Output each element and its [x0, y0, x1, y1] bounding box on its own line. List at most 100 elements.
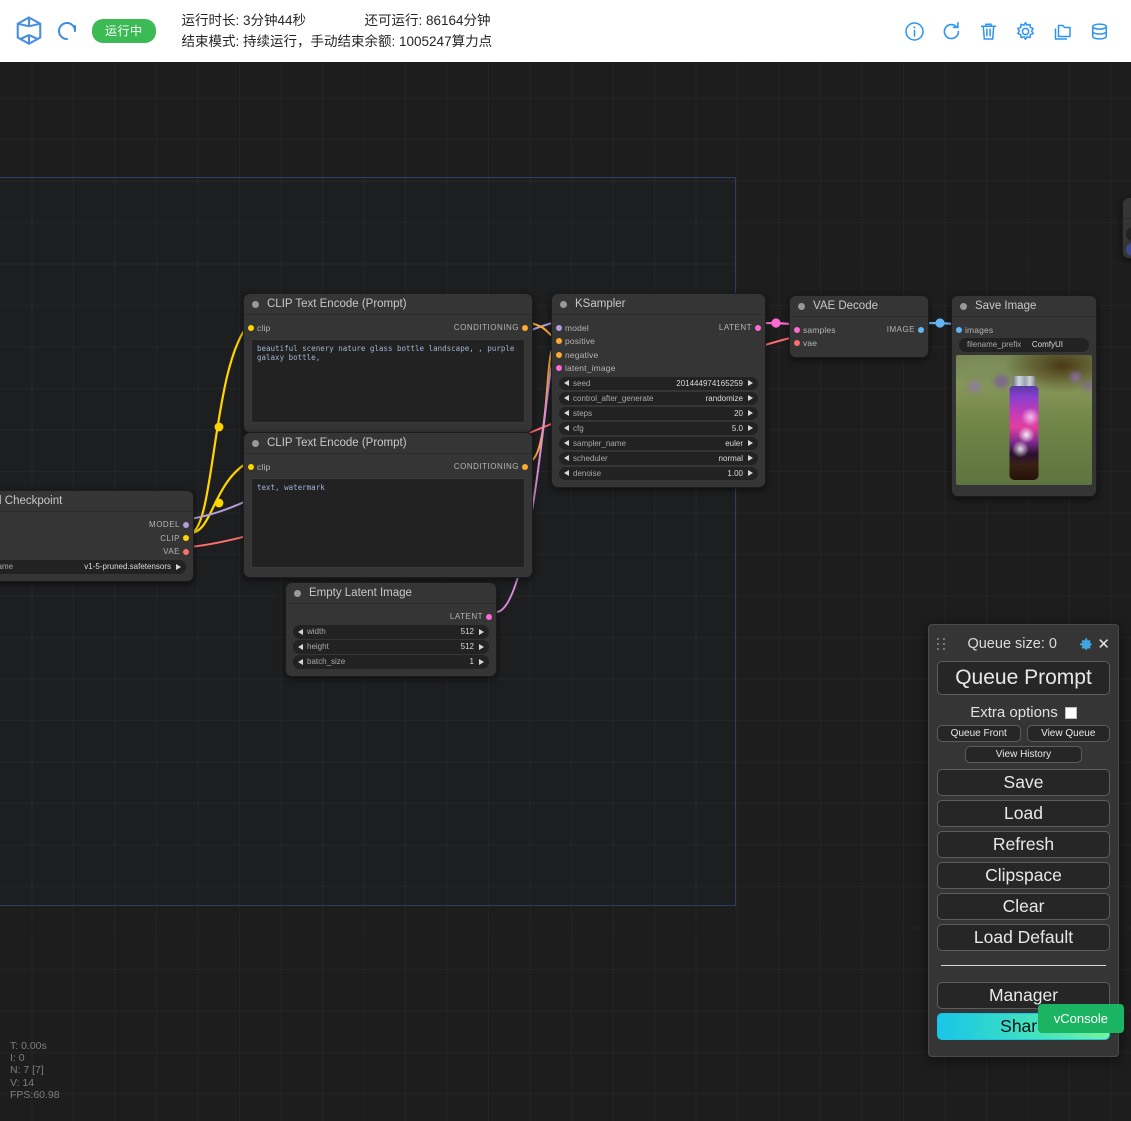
node-load-checkpoint[interactable]: Load Checkpoint MODEL CLIP VAE ckpt_name… — [0, 490, 194, 582]
increment-arrow-icon[interactable] — [479, 643, 484, 650]
increment-arrow-icon[interactable] — [748, 425, 753, 432]
decrement-arrow-icon[interactable] — [298, 643, 303, 650]
output-slot-clip[interactable]: CLIP — [0, 532, 193, 546]
positive-prompt-textarea[interactable]: beautiful scenery nature glass bottle la… — [251, 338, 525, 423]
decrement-arrow-icon[interactable] — [564, 425, 569, 432]
port-model[interactable] — [183, 521, 189, 528]
view-history-button[interactable]: View History — [965, 746, 1082, 763]
widget-steps[interactable]: steps 20 — [559, 406, 758, 420]
collapse-dot-icon[interactable] — [252, 439, 259, 447]
decrement-arrow-icon[interactable] — [564, 470, 569, 477]
increment-arrow-icon[interactable] — [748, 395, 753, 402]
output-slot-model[interactable]: MODEL — [0, 518, 193, 532]
port-conditioning-output[interactable] — [522, 463, 528, 470]
node-title-bar[interactable] — [1123, 198, 1131, 219]
clear-button[interactable]: Clear — [937, 893, 1110, 920]
port-latent-image-input[interactable] — [556, 365, 562, 372]
close-icon[interactable]: ✕ — [1097, 637, 1110, 652]
node-title-bar[interactable]: Empty Latent Image — [286, 583, 496, 604]
load-button[interactable]: Load — [937, 800, 1110, 827]
node-clip-text-encode-negative[interactable]: CLIP Text Encode (Prompt) clip CONDITION… — [243, 432, 533, 578]
port-latent-output[interactable] — [486, 613, 492, 620]
view-queue-button[interactable]: View Queue — [1026, 725, 1110, 742]
widget-height[interactable]: height 512 — [293, 640, 489, 654]
increment-arrow-icon[interactable] — [748, 380, 753, 387]
clipspace-button[interactable]: Clipspace — [937, 862, 1110, 889]
save-button[interactable]: Save — [937, 769, 1110, 796]
decrement-arrow-icon[interactable] — [564, 410, 569, 417]
node-offscreen-right[interactable] — [1122, 197, 1131, 259]
widget-cfg[interactable]: cfg 5.0 — [559, 421, 758, 435]
queue-prompt-button[interactable]: Queue Prompt — [937, 661, 1110, 695]
port-positive-input[interactable] — [556, 338, 562, 345]
port-vae-input[interactable] — [794, 340, 800, 347]
extra-options-checkbox[interactable] — [1064, 706, 1077, 719]
node-clip-text-encode-positive[interactable]: CLIP Text Encode (Prompt) clip CONDITION… — [243, 293, 533, 433]
port-model-input[interactable] — [556, 324, 562, 331]
output-slot-vae[interactable]: VAE — [0, 545, 193, 559]
port-conditioning-output[interactable] — [522, 324, 528, 331]
widget-denoise[interactable]: denoise 1.00 — [559, 466, 758, 480]
node-title-bar[interactable]: KSampler — [552, 294, 765, 315]
port-images-input[interactable] — [956, 326, 962, 333]
port-vae[interactable] — [183, 548, 189, 555]
node-title-bar[interactable]: VAE Decode — [790, 296, 928, 317]
node-vae-decode[interactable]: VAE Decode samples IMAGE vae — [789, 295, 929, 358]
node-ksampler[interactable]: KSampler model LATENT positive negative … — [551, 293, 766, 488]
widget-sampler-name[interactable]: sampler_name euler — [559, 436, 758, 450]
increment-arrow-icon[interactable] — [748, 470, 753, 477]
node-save-image[interactable]: Save Image images filename_prefix ComfyU… — [951, 295, 1097, 497]
decrement-arrow-icon[interactable] — [564, 440, 569, 447]
port-image-output[interactable] — [918, 326, 924, 333]
widget-width[interactable]: width 512 — [293, 625, 489, 639]
info-icon[interactable] — [903, 20, 926, 43]
cube-logo-icon[interactable] — [14, 15, 44, 47]
widget-filename-prefix[interactable]: filename_prefix ComfyUI — [959, 338, 1089, 352]
gear-icon[interactable] — [1078, 637, 1093, 652]
node-title-bar[interactable]: CLIP Text Encode (Prompt) — [244, 294, 532, 315]
increment-arrow-icon[interactable] — [479, 628, 484, 635]
increment-arrow-icon[interactable] — [748, 440, 753, 447]
queue-front-button[interactable]: Queue Front — [937, 725, 1021, 742]
increment-arrow-icon[interactable] — [479, 658, 484, 665]
port-clip[interactable] — [183, 535, 189, 542]
collapse-dot-icon[interactable] — [252, 300, 259, 308]
folder-icon[interactable] — [1051, 20, 1074, 43]
decrement-arrow-icon[interactable] — [298, 658, 303, 665]
node-title-bar[interactable]: CLIP Text Encode (Prompt) — [244, 433, 532, 454]
collapse-dot-icon[interactable] — [294, 589, 301, 597]
widget-offscreen[interactable] — [1126, 227, 1131, 241]
collapse-dot-icon[interactable] — [798, 302, 805, 310]
port-clip-input[interactable] — [248, 463, 254, 470]
load-default-button[interactable]: Load Default — [937, 924, 1110, 951]
generated-image-preview[interactable] — [956, 354, 1092, 485]
output-slot-latent[interactable]: LATENT — [286, 610, 496, 624]
port-samples-input[interactable] — [794, 326, 800, 333]
node-title-bar[interactable]: Save Image — [952, 296, 1096, 317]
decrement-arrow-icon[interactable] — [564, 455, 569, 462]
collapse-dot-icon[interactable] — [960, 302, 967, 310]
node-title-bar[interactable]: Load Checkpoint — [0, 491, 193, 512]
widget-batch-size[interactable]: batch_size 1 — [293, 655, 489, 669]
database-icon[interactable] — [1088, 20, 1111, 43]
trash-icon[interactable] — [977, 20, 1000, 43]
collapse-dot-icon[interactable] — [560, 300, 567, 308]
port-latent-output[interactable] — [755, 324, 761, 331]
decrement-arrow-icon[interactable] — [564, 395, 569, 402]
refresh-button[interactable]: Refresh — [937, 831, 1110, 858]
comfy-menu-panel[interactable]: Queue size: 0 ✕ Queue Prompt Extra optio… — [928, 624, 1119, 1057]
widget-control-after-generate[interactable]: control_after_generate randomize — [559, 391, 758, 405]
negative-prompt-textarea[interactable]: text, watermark — [251, 477, 525, 568]
increment-arrow-icon[interactable] — [748, 455, 753, 462]
gear-icon[interactable] — [1014, 20, 1037, 43]
port-negative-input[interactable] — [556, 351, 562, 358]
widget-ckpt-name[interactable]: ckpt_name v1-5-pruned.safetensors — [0, 560, 186, 574]
decrement-arrow-icon[interactable] — [298, 628, 303, 635]
decrement-arrow-icon[interactable] — [564, 380, 569, 387]
widget-offscreen[interactable] — [1126, 242, 1131, 256]
node-empty-latent-image[interactable]: Empty Latent Image LATENT width 512 heig… — [285, 582, 497, 677]
increment-arrow-icon[interactable] — [176, 563, 181, 570]
refresh-icon[interactable] — [940, 20, 963, 43]
vconsole-button[interactable]: vConsole — [1037, 1004, 1124, 1033]
widget-seed[interactable]: seed 201444974165259 — [559, 376, 758, 390]
